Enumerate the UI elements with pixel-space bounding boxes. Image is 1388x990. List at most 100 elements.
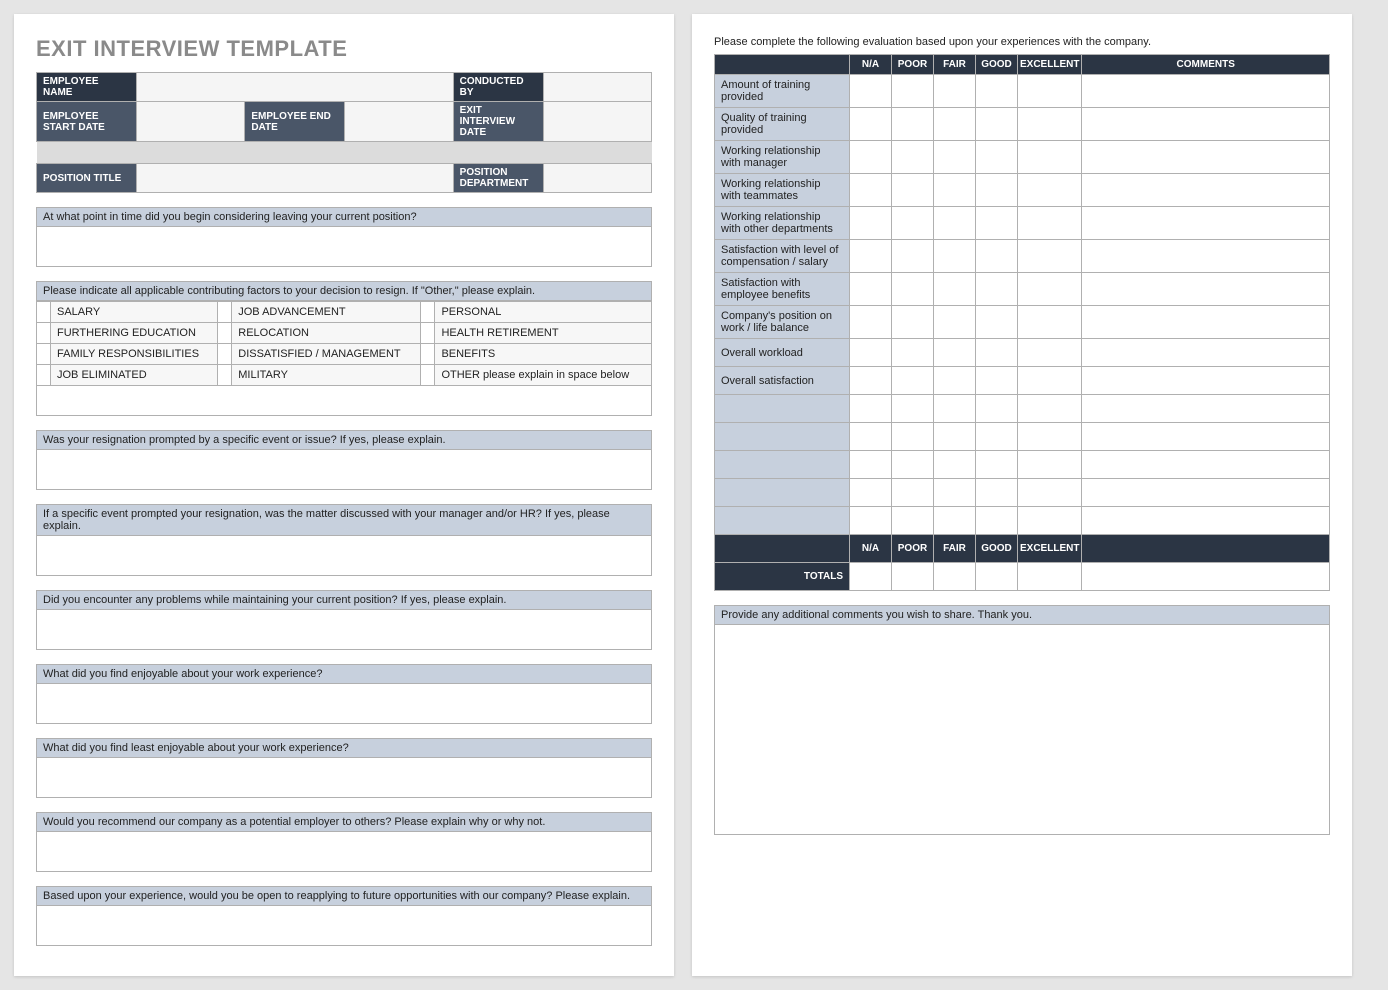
total-poor[interactable] [892, 563, 934, 591]
field-position-department[interactable] [543, 164, 651, 193]
eval-cell-excellent[interactable] [1018, 273, 1082, 306]
question-6-body[interactable] [36, 684, 652, 724]
eval-cell-fair[interactable] [934, 423, 976, 451]
eval-cell-good[interactable] [976, 174, 1018, 207]
eval-cell-fair[interactable] [934, 339, 976, 367]
total-good[interactable] [976, 563, 1018, 591]
eval-cell-na[interactable] [850, 339, 892, 367]
total-fair[interactable] [934, 563, 976, 591]
eval-cell-comments[interactable] [1082, 207, 1330, 240]
eval-cell-excellent[interactable] [1018, 306, 1082, 339]
field-position-title[interactable] [137, 164, 454, 193]
eval-cell-poor[interactable] [892, 339, 934, 367]
eval-cell-excellent[interactable] [1018, 108, 1082, 141]
eval-cell-na[interactable] [850, 367, 892, 395]
eval-cell-na[interactable] [850, 479, 892, 507]
eval-cell-comments[interactable] [1082, 240, 1330, 273]
eval-cell-poor[interactable] [892, 108, 934, 141]
eval-cell-comments[interactable] [1082, 395, 1330, 423]
question-1-body[interactable] [36, 227, 652, 267]
eval-cell-comments[interactable] [1082, 451, 1330, 479]
eval-cell-excellent[interactable] [1018, 240, 1082, 273]
eval-cell-good[interactable] [976, 423, 1018, 451]
eval-cell-fair[interactable] [934, 174, 976, 207]
total-excellent[interactable] [1018, 563, 1082, 591]
eval-cell-comments[interactable] [1082, 141, 1330, 174]
eval-cell-fair[interactable] [934, 273, 976, 306]
total-na[interactable] [850, 563, 892, 591]
eval-cell-excellent[interactable] [1018, 141, 1082, 174]
factor-check[interactable] [218, 344, 232, 365]
eval-cell-poor[interactable] [892, 141, 934, 174]
factor-check[interactable] [421, 302, 435, 323]
eval-cell-fair[interactable] [934, 240, 976, 273]
eval-cell-na[interactable] [850, 306, 892, 339]
factors-other-explain[interactable] [36, 386, 652, 416]
eval-cell-excellent[interactable] [1018, 395, 1082, 423]
eval-cell-comments[interactable] [1082, 507, 1330, 535]
factor-check[interactable] [421, 365, 435, 386]
eval-cell-good[interactable] [976, 141, 1018, 174]
factor-check[interactable] [37, 344, 51, 365]
eval-cell-na[interactable] [850, 108, 892, 141]
eval-cell-poor[interactable] [892, 75, 934, 108]
question-9-body[interactable] [36, 906, 652, 946]
field-employee-start-date[interactable] [137, 102, 245, 142]
eval-cell-poor[interactable] [892, 479, 934, 507]
eval-cell-poor[interactable] [892, 507, 934, 535]
eval-cell-good[interactable] [976, 479, 1018, 507]
eval-cell-good[interactable] [976, 306, 1018, 339]
eval-cell-na[interactable] [850, 240, 892, 273]
eval-cell-excellent[interactable] [1018, 207, 1082, 240]
eval-cell-poor[interactable] [892, 423, 934, 451]
eval-cell-comments[interactable] [1082, 306, 1330, 339]
eval-cell-poor[interactable] [892, 207, 934, 240]
field-exit-interview-date[interactable] [543, 102, 651, 142]
eval-cell-na[interactable] [850, 451, 892, 479]
field-conducted-by[interactable] [543, 73, 651, 102]
factor-check[interactable] [421, 344, 435, 365]
eval-cell-fair[interactable] [934, 75, 976, 108]
eval-cell-good[interactable] [976, 507, 1018, 535]
field-employee-name[interactable] [137, 73, 454, 102]
eval-cell-excellent[interactable] [1018, 451, 1082, 479]
factor-check[interactable] [421, 323, 435, 344]
eval-cell-na[interactable] [850, 423, 892, 451]
eval-cell-good[interactable] [976, 367, 1018, 395]
eval-cell-poor[interactable] [892, 174, 934, 207]
eval-cell-fair[interactable] [934, 141, 976, 174]
eval-cell-na[interactable] [850, 174, 892, 207]
eval-cell-fair[interactable] [934, 451, 976, 479]
factor-check[interactable] [37, 365, 51, 386]
eval-cell-excellent[interactable] [1018, 479, 1082, 507]
factor-check[interactable] [218, 302, 232, 323]
question-8-body[interactable] [36, 832, 652, 872]
eval-cell-na[interactable] [850, 273, 892, 306]
eval-cell-poor[interactable] [892, 367, 934, 395]
eval-cell-fair[interactable] [934, 306, 976, 339]
factor-check[interactable] [218, 323, 232, 344]
eval-cell-good[interactable] [976, 207, 1018, 240]
eval-cell-excellent[interactable] [1018, 367, 1082, 395]
eval-cell-good[interactable] [976, 75, 1018, 108]
eval-cell-fair[interactable] [934, 367, 976, 395]
factor-check[interactable] [218, 365, 232, 386]
eval-cell-na[interactable] [850, 395, 892, 423]
eval-cell-na[interactable] [850, 75, 892, 108]
eval-cell-poor[interactable] [892, 451, 934, 479]
eval-cell-comments[interactable] [1082, 273, 1330, 306]
total-comments[interactable] [1082, 563, 1330, 591]
eval-cell-na[interactable] [850, 207, 892, 240]
eval-cell-excellent[interactable] [1018, 75, 1082, 108]
eval-cell-comments[interactable] [1082, 108, 1330, 141]
question-4-body[interactable] [36, 536, 652, 576]
eval-cell-comments[interactable] [1082, 479, 1330, 507]
eval-cell-comments[interactable] [1082, 423, 1330, 451]
question-5-body[interactable] [36, 610, 652, 650]
eval-cell-fair[interactable] [934, 479, 976, 507]
additional-comments-body[interactable] [714, 625, 1330, 835]
factor-check[interactable] [37, 302, 51, 323]
eval-cell-good[interactable] [976, 395, 1018, 423]
eval-cell-comments[interactable] [1082, 367, 1330, 395]
eval-cell-excellent[interactable] [1018, 507, 1082, 535]
